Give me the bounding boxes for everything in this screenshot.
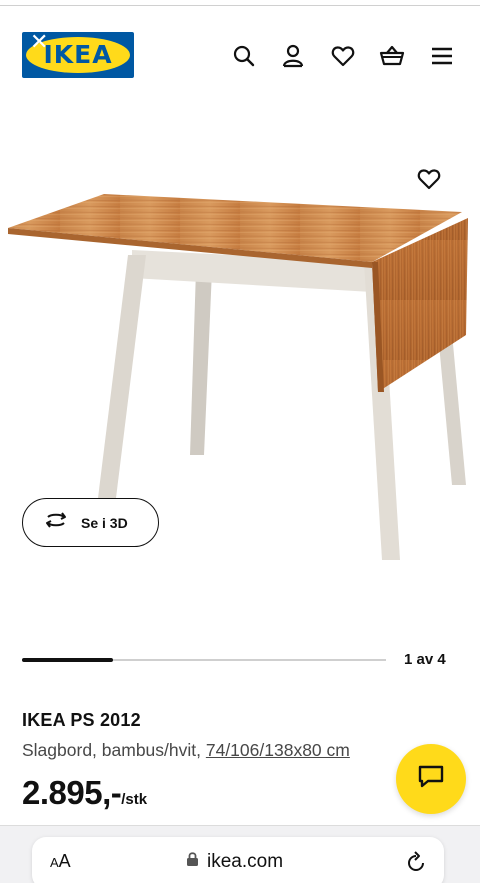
product-type: Slagbord, bambus/hvit, bbox=[22, 740, 206, 760]
gallery-progress-bar bbox=[22, 658, 386, 662]
url-text: ikea.com bbox=[207, 851, 284, 872]
site-header: IKEA ✕ bbox=[0, 6, 480, 96]
user-icon[interactable] bbox=[279, 42, 307, 70]
gallery-progress-fill bbox=[22, 658, 113, 662]
aa-large: A bbox=[58, 851, 71, 871]
search-icon[interactable] bbox=[230, 42, 258, 70]
chat-icon bbox=[418, 765, 444, 794]
lock-icon bbox=[186, 851, 199, 873]
product-name: IKEA PS 2012 bbox=[22, 710, 141, 730]
chat-button[interactable] bbox=[396, 744, 466, 814]
browser-bar: AA ikea.com bbox=[0, 825, 480, 883]
close-icon[interactable]: ✕ bbox=[30, 32, 48, 54]
see-in-3d-label: Se i 3D bbox=[81, 514, 128, 531]
reader-settings-button[interactable]: AA bbox=[50, 851, 71, 872]
menu-icon[interactable] bbox=[428, 42, 456, 70]
basket-icon[interactable] bbox=[378, 42, 406, 70]
url-display[interactable]: ikea.com bbox=[186, 851, 283, 873]
gallery-counter: 1 av 4 bbox=[404, 651, 446, 668]
heart-icon[interactable] bbox=[329, 42, 357, 70]
reload-icon[interactable] bbox=[404, 851, 428, 875]
price-unit: /stk bbox=[121, 791, 148, 808]
address-bar[interactable]: AA ikea.com bbox=[32, 837, 444, 883]
rotate-3d-icon bbox=[43, 512, 69, 533]
price-value: 2.895,- bbox=[22, 774, 122, 811]
aa-small: A bbox=[50, 855, 59, 870]
product-price: 2.895,-/stk bbox=[22, 774, 147, 812]
product-dimensions-link[interactable]: 74/106/138x80 cm bbox=[206, 740, 350, 760]
favorite-heart-icon[interactable] bbox=[414, 164, 444, 194]
product-description: Slagbord, bambus/hvit, 74/106/138x80 cm bbox=[22, 740, 350, 761]
see-in-3d-button[interactable]: Se i 3D bbox=[22, 498, 159, 547]
